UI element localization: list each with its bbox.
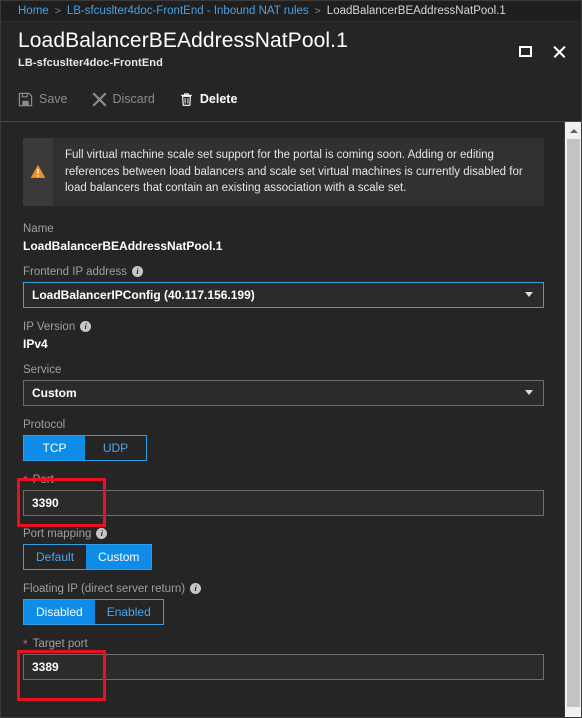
window-controls [515, 41, 569, 61]
ip-version-label: IP Version i [23, 321, 544, 333]
discard-icon [92, 92, 107, 107]
trash-icon [179, 92, 194, 107]
service-value: Custom [32, 385, 77, 400]
port-label-text: Port [32, 473, 54, 486]
save-label: Save [39, 92, 68, 106]
title-area: LoadBalancerBEAddressNatPool.1 LB-sfcusl… [1, 22, 581, 84]
name-label-text: Name [23, 222, 54, 235]
protocol-label-text: Protocol [23, 418, 66, 431]
info-icon[interactable]: i [96, 528, 108, 539]
maximize-button[interactable] [515, 41, 535, 61]
service-label: Service [23, 364, 544, 376]
chevron-down-icon [525, 390, 533, 395]
target-port-label-text: Target port [32, 637, 88, 650]
port-mapping-option-default[interactable]: Default [24, 544, 87, 569]
port-mapping-toggle-group: Default Custom [23, 543, 153, 570]
discard-label: Discard [112, 92, 155, 106]
info-icon[interactable]: i [190, 583, 202, 594]
protocol-label: Protocol [23, 419, 544, 431]
name-label: Name [23, 223, 544, 235]
required-indicator: * [23, 636, 28, 651]
warning-icon-container [23, 138, 53, 206]
frontend-ip-select[interactable]: LoadBalancerIPConfig (40.117.156.199) [23, 281, 544, 308]
delete-label: Delete [199, 92, 238, 106]
service-select[interactable]: Custom [23, 379, 544, 406]
scrollbar-thumb[interactable] [567, 139, 580, 707]
port-input[interactable]: 3390 [23, 489, 544, 516]
frontend-ip-label: Frontend IP address i [23, 266, 544, 278]
port-mapping-option-custom[interactable]: Custom [86, 544, 152, 569]
scroll-up-button[interactable] [565, 122, 581, 139]
field-protocol: Protocol TCP UDP [23, 419, 544, 461]
field-target-port: * Target port 3389 [23, 638, 544, 680]
floating-ip-label-text: Floating IP (direct server return) [23, 582, 186, 595]
frontend-ip-value: LoadBalancerIPConfig (40.117.156.199) [32, 287, 255, 302]
floating-ip-option-disabled[interactable]: Disabled [24, 599, 95, 624]
floating-ip-option-enabled[interactable]: Enabled [94, 599, 163, 624]
info-icon[interactable]: i [80, 321, 92, 332]
blade-panel: Home > LB-sfcuslter4doc-FrontEnd - Inbou… [0, 0, 582, 718]
frontend-ip-label-text: Frontend IP address [23, 265, 127, 278]
warning-icon [30, 165, 46, 179]
field-name: Name LoadBalancerBEAddressNatPool.1 [23, 223, 544, 253]
breadcrumb-separator: > [314, 5, 321, 17]
protocol-option-tcp[interactable]: TCP [24, 435, 85, 460]
port-value: 3390 [32, 495, 59, 510]
field-port: * Port 3390 [23, 474, 544, 516]
warning-banner-text: Full virtual machine scale set support f… [65, 149, 523, 194]
breadcrumb-item-current: LoadBalancerBEAddressNatPool.1 [326, 5, 506, 17]
close-icon [552, 44, 567, 59]
name-value: LoadBalancerBEAddressNatPool.1 [23, 238, 223, 253]
command-bar: Save Discard Delete [1, 84, 581, 114]
required-indicator: * [23, 472, 28, 487]
breadcrumb-item-home[interactable]: Home [18, 5, 49, 17]
breadcrumb-separator: > [54, 5, 61, 17]
info-icon[interactable]: i [132, 266, 143, 277]
target-port-label: * Target port [23, 638, 544, 650]
field-port-mapping: Port mapping i Default Custom [23, 528, 544, 570]
floating-ip-toggle-group: Disabled Enabled [23, 598, 164, 625]
save-icon [18, 92, 33, 107]
maximize-icon [518, 45, 532, 57]
chevron-down-icon [525, 292, 533, 297]
discard-button[interactable]: Discard [92, 87, 155, 111]
breadcrumb: Home > LB-sfcuslter4doc-FrontEnd - Inbou… [1, 1, 581, 22]
breadcrumb-item-inbound-nat-rules[interactable]: LB-sfcuslter4doc-FrontEnd - Inbound NAT … [67, 5, 309, 17]
floating-ip-label: Floating IP (direct server return) i [23, 583, 544, 595]
content-area: Full virtual machine scale set support f… [1, 122, 581, 717]
vertical-scrollbar[interactable] [564, 122, 581, 717]
field-service: Service Custom [23, 364, 544, 406]
page-title: LoadBalancerBEAddressNatPool.1 [18, 29, 348, 52]
target-port-value: 3389 [32, 659, 59, 674]
close-button[interactable] [549, 41, 569, 61]
ip-version-value: IPv4 [23, 336, 48, 351]
port-mapping-label-text: Port mapping [23, 527, 92, 540]
nat-rule-form: Name LoadBalancerBEAddressNatPool.1 Fron… [1, 223, 566, 680]
field-floating-ip: Floating IP (direct server return) i Dis… [23, 583, 544, 625]
field-ip-version: IP Version i IPv4 [23, 321, 544, 351]
form-scroll-region: Full virtual machine scale set support f… [1, 122, 566, 717]
service-label-text: Service [23, 363, 62, 376]
protocol-option-udp[interactable]: UDP [85, 435, 146, 460]
field-frontend-ip: Frontend IP address i LoadBalancerIPConf… [23, 266, 544, 308]
save-button[interactable]: Save [18, 87, 68, 111]
ip-version-label-text: IP Version [23, 320, 76, 333]
caret-up-icon [569, 128, 578, 133]
page-subtitle: LB-sfcuslter4doc-FrontEnd [18, 57, 163, 69]
warning-banner: Full virtual machine scale set support f… [23, 138, 544, 206]
port-mapping-label: Port mapping i [23, 528, 544, 540]
port-label: * Port [23, 474, 544, 486]
delete-button[interactable]: Delete [179, 87, 238, 111]
target-port-input[interactable]: 3389 [23, 653, 544, 680]
protocol-toggle-group: TCP UDP [23, 434, 147, 461]
